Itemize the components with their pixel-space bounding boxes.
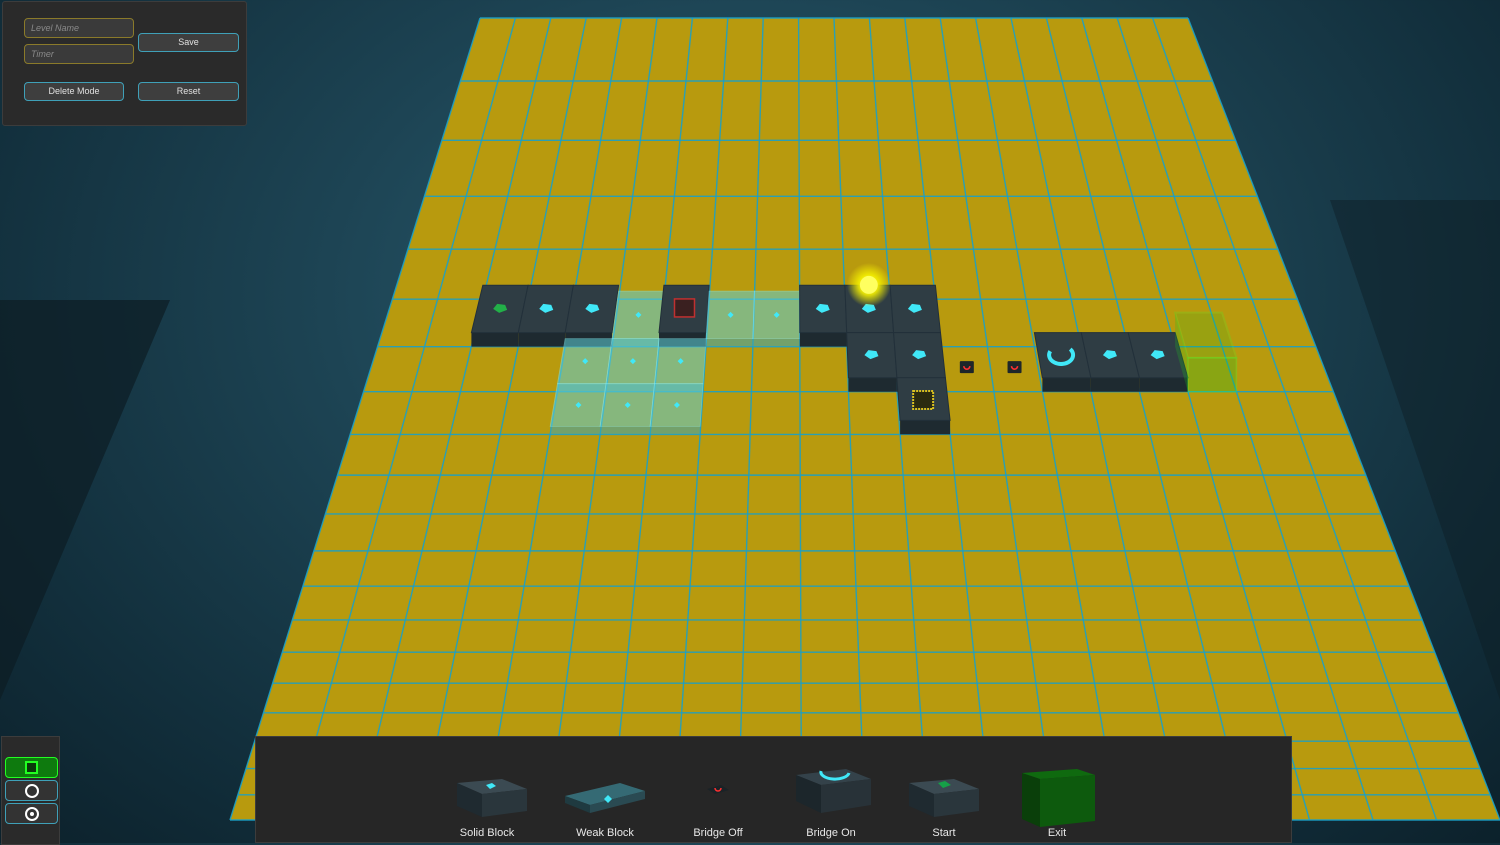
palette-bridge-on-label: Bridge On bbox=[806, 827, 856, 839]
tile-front-face bbox=[471, 332, 519, 347]
tile-bridge-on[interactable] bbox=[1033, 332, 1092, 392]
square-select-icon bbox=[25, 761, 38, 774]
level-name-input[interactable] bbox=[24, 18, 134, 38]
palette-solid-block-label: Solid Block bbox=[459, 827, 515, 839]
bridge-off-icon bbox=[707, 785, 729, 794]
palette-start[interactable]: Start bbox=[889, 737, 999, 844]
grid-floor[interactable] bbox=[229, 17, 1500, 821]
tile-weak[interactable] bbox=[752, 290, 801, 347]
tile-weak[interactable] bbox=[599, 383, 655, 435]
target-icon bbox=[24, 806, 39, 821]
palette-exit[interactable]: Exit bbox=[1002, 737, 1112, 844]
tile-solid[interactable] bbox=[564, 284, 620, 347]
back-wall-left bbox=[0, 300, 170, 700]
tool-ring[interactable] bbox=[5, 780, 58, 801]
tile-front-face bbox=[518, 332, 566, 347]
editor-panel: Save Delete Mode Reset bbox=[2, 1, 247, 126]
tile-front-face bbox=[650, 426, 701, 435]
tile-front-face bbox=[1139, 377, 1188, 392]
tile-trap[interactable] bbox=[658, 284, 710, 347]
bridge-off-base bbox=[959, 361, 974, 374]
palette-bridge-off[interactable]: Bridge Off bbox=[663, 737, 773, 844]
gold-block-icon bbox=[912, 390, 935, 411]
tile-solid[interactable] bbox=[846, 332, 898, 392]
reset-button[interactable]: Reset bbox=[138, 82, 239, 101]
timer-input[interactable] bbox=[24, 44, 134, 64]
ring-icon bbox=[24, 783, 39, 798]
tile-front-face bbox=[752, 338, 800, 347]
tile-weak[interactable] bbox=[705, 290, 755, 347]
tile-bridge-off[interactable] bbox=[1007, 361, 1022, 374]
block-palette: Solid Block Weak Block Bridge Off Bridge… bbox=[255, 736, 1292, 843]
tool-target[interactable] bbox=[5, 803, 58, 824]
tile-front-face bbox=[600, 426, 651, 435]
palette-bridge-off-label: Bridge Off bbox=[693, 827, 743, 839]
palette-weak-block[interactable]: Weak Block bbox=[550, 737, 660, 844]
tile-front-face bbox=[1090, 377, 1140, 392]
delete-mode-button[interactable]: Delete Mode bbox=[24, 82, 124, 101]
tile-front-face bbox=[799, 332, 847, 347]
player-orb bbox=[859, 275, 878, 294]
start-block-icon bbox=[909, 779, 979, 817]
exit-block-icon bbox=[1022, 769, 1095, 827]
palette-start-label: Start bbox=[932, 827, 956, 839]
weak-block-icon bbox=[565, 783, 645, 813]
solid-block-icon bbox=[457, 779, 527, 817]
tool-square-select[interactable] bbox=[5, 757, 58, 778]
tile-front-face bbox=[706, 338, 753, 347]
palette-solid-block[interactable]: Solid Block bbox=[432, 737, 542, 844]
palette-weak-block-label: Weak Block bbox=[576, 827, 634, 839]
tile-bridge-off[interactable] bbox=[959, 361, 974, 374]
trap-icon bbox=[673, 298, 696, 318]
palette-exit-label: Exit bbox=[1047, 827, 1067, 839]
tile-front-face bbox=[550, 426, 601, 435]
save-button[interactable]: Save bbox=[138, 33, 239, 52]
bridge-off-base bbox=[1007, 361, 1022, 374]
tile-gold[interactable] bbox=[896, 377, 951, 435]
tile-weak[interactable] bbox=[649, 383, 704, 435]
bridge-on-icon bbox=[796, 769, 871, 813]
tile-front-face bbox=[848, 377, 897, 392]
tile-weak[interactable] bbox=[549, 383, 607, 435]
palette-bridge-on[interactable]: Bridge On bbox=[776, 737, 886, 844]
floor-surface[interactable] bbox=[230, 18, 1500, 820]
tile-solid[interactable] bbox=[799, 284, 848, 347]
tile-front-face bbox=[1042, 377, 1091, 392]
tile-solid[interactable] bbox=[517, 284, 574, 347]
tool-panel bbox=[1, 736, 60, 845]
tile-front-face bbox=[900, 420, 951, 435]
game-viewport[interactable] bbox=[0, 0, 1500, 843]
exit-front bbox=[1187, 356, 1238, 393]
